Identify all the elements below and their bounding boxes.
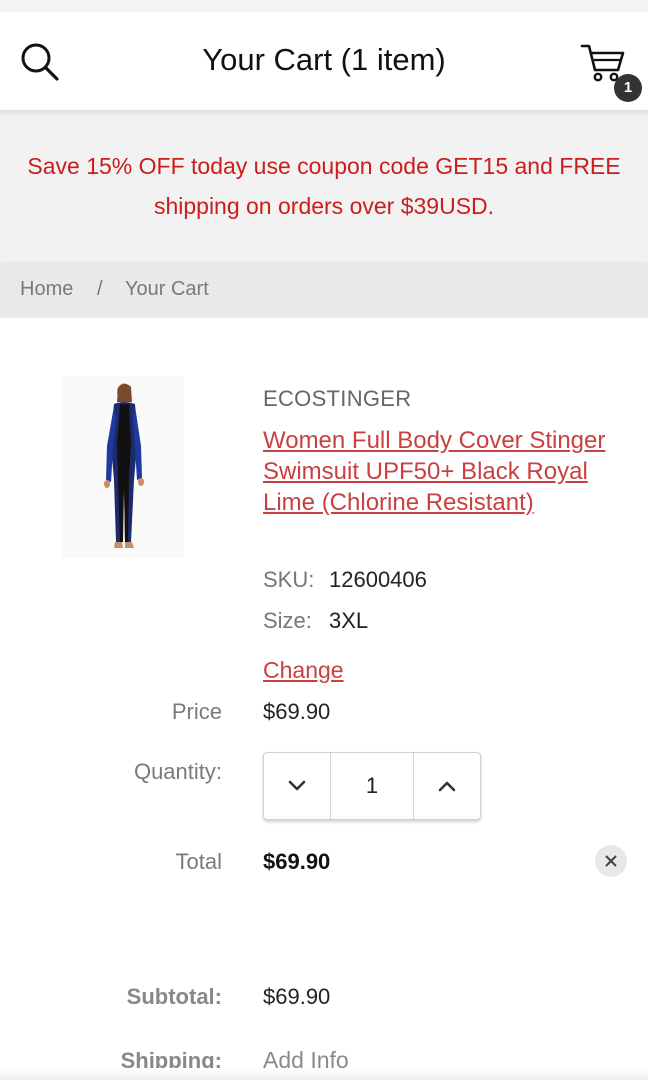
product-title-link[interactable]: Women Full Body Cover Stinger Swimsuit U… xyxy=(263,425,623,518)
subtotal-label: Subtotal: xyxy=(126,984,222,1009)
size-label: Size: xyxy=(263,608,312,633)
subtotal-value: $69.90 xyxy=(263,984,331,1009)
wetsuit-illustration xyxy=(104,383,144,548)
quantity-input[interactable]: 1 xyxy=(330,753,414,819)
quantity-increase-button[interactable] xyxy=(414,753,480,819)
chevron-up-icon xyxy=(438,781,456,792)
quantity-label: Quantity: xyxy=(133,759,222,784)
remove-item-button[interactable] xyxy=(595,845,627,877)
header: Your Cart (1 item) 1 xyxy=(0,12,648,110)
chevron-down-icon xyxy=(288,780,306,791)
quantity-stepper: 1 xyxy=(263,752,481,820)
total-value: $69.90 xyxy=(263,849,331,874)
breadcrumb: Home / Your Cart xyxy=(0,262,648,318)
close-icon xyxy=(605,855,617,867)
page-title: Your Cart (1 item) xyxy=(202,42,446,77)
breadcrumb-current: Your Cart xyxy=(125,278,209,300)
sku-label: SKU: xyxy=(263,567,315,592)
cart-count-badge: 1 xyxy=(614,74,642,102)
product-brand: ECOSTINGER xyxy=(263,386,412,411)
bottom-fade xyxy=(0,1068,648,1080)
size-value: 3XL xyxy=(329,608,369,633)
promo-banner: Save 15% OFF today use coupon code GET15… xyxy=(0,110,648,262)
total-label: Total xyxy=(175,849,222,874)
breadcrumb-home-link[interactable]: Home xyxy=(20,278,73,301)
breadcrumb-separator: / xyxy=(97,278,103,300)
promo-text: Save 15% OFF today use coupon code GET15… xyxy=(27,153,621,219)
change-options-link[interactable]: Change xyxy=(263,657,344,684)
quantity-decrease-button[interactable] xyxy=(264,753,330,819)
price-label: Price xyxy=(171,699,222,724)
product-image[interactable] xyxy=(62,376,184,558)
price-value: $69.90 xyxy=(263,699,331,724)
sku-value: 12600406 xyxy=(329,567,427,592)
